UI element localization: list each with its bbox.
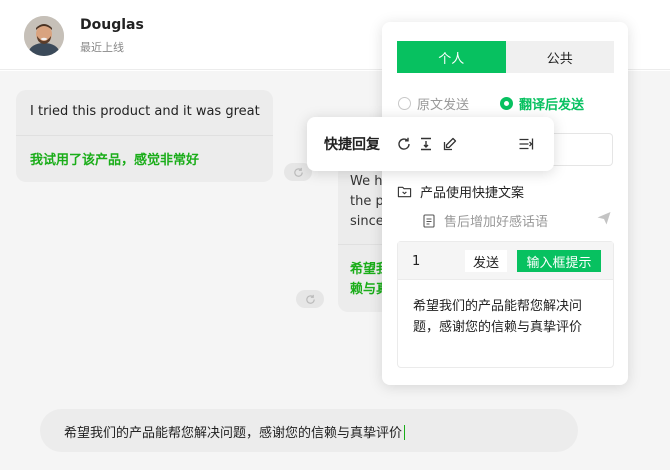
send-original-label: 原文发送: [417, 98, 470, 113]
incoming-original-text: I tried this product and it was great: [30, 104, 260, 119]
folder-icon: [397, 186, 412, 198]
send-original-option[interactable]: 原文发送: [398, 94, 469, 113]
insert-text-icon[interactable]: [418, 136, 434, 152]
bubble-divider: [16, 135, 273, 136]
message-input-text: 希望我们的产品能帮您解决问题，感谢您的信赖与真挚评价: [64, 426, 403, 441]
folder-item[interactable]: 产品使用快捷文案: [397, 182, 524, 201]
radio-unchecked-icon: [398, 97, 411, 110]
send-translated-label: 翻译后发送: [519, 98, 585, 113]
tab-public[interactable]: 公共: [505, 41, 614, 73]
popover-title: 快捷回复: [324, 137, 380, 153]
quick-reply-popover: 快捷回复: [307, 117, 554, 171]
send-phrase-icon[interactable]: [596, 210, 612, 226]
collapse-panel-icon[interactable]: [518, 136, 534, 152]
editor-toolbar: 1 发送 输入框提示: [398, 242, 613, 280]
quick-reply-panel: 个人 公共 原文发送 翻译后发送 产品使用快捷文案 售后增加好感话语 1 发送 …: [382, 22, 628, 385]
send-phrase-button[interactable]: 发送: [465, 250, 507, 272]
retranslate-button[interactable]: [296, 290, 324, 308]
tab-personal[interactable]: 个人: [397, 41, 506, 73]
outgoing-original-line: the p: [350, 194, 384, 209]
send-translated-option[interactable]: 翻译后发送: [500, 94, 584, 113]
outgoing-original-line: We h: [350, 174, 383, 189]
phrase-number: 1: [412, 254, 421, 269]
refresh-icon: [293, 167, 303, 177]
input-hint-button[interactable]: 输入框提示: [517, 250, 601, 272]
edit-icon[interactable]: [442, 136, 458, 152]
incoming-message-bubble[interactable]: I tried this product and it was great 我试…: [16, 90, 273, 182]
folder-label: 产品使用快捷文案: [420, 186, 525, 201]
message-input[interactable]: 希望我们的产品能帮您解决问题，感谢您的信赖与真挚评价: [40, 409, 578, 452]
text-caret: [404, 425, 406, 440]
quick-phrase-label: 售后增加好感话语: [444, 215, 549, 230]
panel-tabs: 个人 公共: [397, 41, 614, 73]
phrase-editor: 1 发送 输入框提示 希望我们的产品能帮您解决问题，感谢您的信赖与真挚评价: [397, 241, 614, 368]
incoming-translation-text: 我试用了该产品，感觉非常好: [30, 153, 200, 168]
radio-checked-icon: [500, 97, 513, 110]
refresh-icon[interactable]: [396, 136, 412, 152]
phrase-content[interactable]: 希望我们的产品能帮您解决问题，感谢您的信赖与真挚评价: [413, 296, 603, 338]
quick-phrase-item[interactable]: 售后增加好感话语: [422, 211, 548, 230]
avatar[interactable]: [24, 16, 64, 56]
contact-name: Douglas: [80, 17, 144, 33]
document-icon: [423, 213, 435, 228]
refresh-icon: [305, 294, 315, 304]
outgoing-original-line: since: [350, 214, 384, 229]
avatar-portrait-icon: [24, 16, 64, 56]
contact-status: 最近上线: [80, 41, 124, 54]
